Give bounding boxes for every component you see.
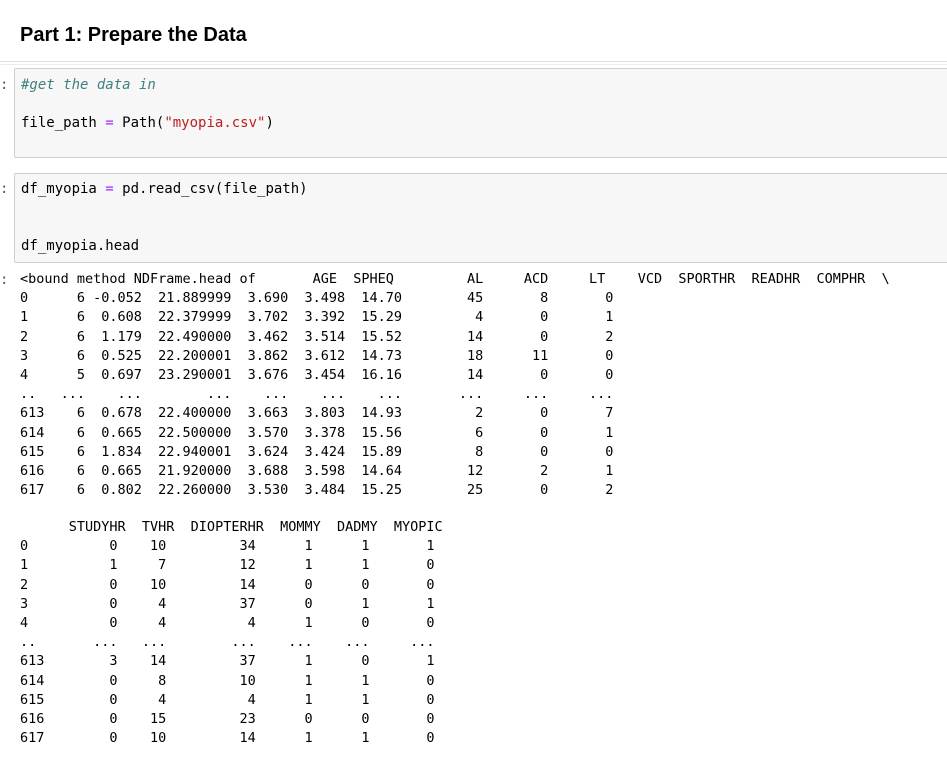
output-header-row: STUDYHR TVHR DIOPTERHR MOMMY DADMY MYOPI… <box>20 519 443 535</box>
code-line-head: df_myopia.head <box>21 238 140 254</box>
output-row: 617 0 10 14 1 1 0 <box>20 730 435 747</box>
output-row: 616 0 15 23 0 0 0 <box>20 711 435 728</box>
cell-prompt: : <box>0 77 9 93</box>
output-row: 2 0 10 14 0 0 0 <box>20 576 435 593</box>
output-header-row: <bound method NDFrame.head of AGE SPHEQ … <box>20 271 890 287</box>
output-row: 4 5 0.697 23.290001 3.676 3.454 16.16 14… <box>20 367 614 384</box>
dataframe-output-part2: STUDYHR TVHR DIOPTERHR MOMMY DADMY MYOPI… <box>20 518 443 748</box>
output-row: 3 0 4 37 0 1 1 <box>20 595 435 612</box>
code-line-comment: #get the data in <box>21 77 156 93</box>
code-cell-get-data[interactable]: #get the data in file_path = Path("myopi… <box>14 68 947 158</box>
output-row: 1 6 0.608 22.379999 3.702 3.392 15.29 4 … <box>20 309 614 326</box>
output-row: 614 6 0.665 22.500000 3.570 3.378 15.56 … <box>20 424 614 441</box>
output-prompt: : <box>0 272 9 288</box>
output-row-ellipsis: .. ... ... ... ... ... ... <box>20 634 435 651</box>
output-row: 615 0 4 4 1 1 0 <box>20 691 435 708</box>
output-row: 0 0 10 34 1 1 1 <box>20 538 435 555</box>
output-row: 1 1 7 12 1 1 0 <box>20 557 435 574</box>
code-line-file-path: file_path = Path("myopia.csv") <box>21 115 274 131</box>
output-row-ellipsis: .. ... ... ... ... ... ... ... ... ... <box>20 386 614 403</box>
cell-prompt: : <box>0 181 9 197</box>
output-row: 613 6 0.678 22.400000 3.663 3.803 14.93 … <box>20 405 614 422</box>
output-row: 4 0 4 4 1 0 0 <box>20 615 435 632</box>
output-row: 3 6 0.525 22.200001 3.862 3.612 14.73 18… <box>20 347 614 364</box>
code-line-read-csv: df_myopia = pd.read_csv(file_path) <box>21 181 308 197</box>
heading-divider <box>0 61 947 62</box>
heading-divider-secondary <box>0 64 947 65</box>
dataframe-output-part1: <bound method NDFrame.head of AGE SPHEQ … <box>20 270 890 500</box>
output-row: 0 6 -0.052 21.889999 3.690 3.498 14.70 4… <box>20 290 614 307</box>
output-row: 613 3 14 37 1 0 1 <box>20 653 435 670</box>
output-row: 2 6 1.179 22.490000 3.462 3.514 15.52 14… <box>20 328 614 345</box>
output-row: 617 6 0.802 22.260000 3.530 3.484 15.25 … <box>20 482 614 499</box>
section-heading: Part 1: Prepare the Data <box>20 24 247 46</box>
output-row: 614 0 8 10 1 1 0 <box>20 672 435 689</box>
code-cell-read-csv[interactable]: df_myopia = pd.read_csv(file_path) df_my… <box>14 173 947 263</box>
output-row: 615 6 1.834 22.940001 3.624 3.424 15.89 … <box>20 443 614 460</box>
output-row: 616 6 0.665 21.920000 3.688 3.598 14.64 … <box>20 463 614 480</box>
